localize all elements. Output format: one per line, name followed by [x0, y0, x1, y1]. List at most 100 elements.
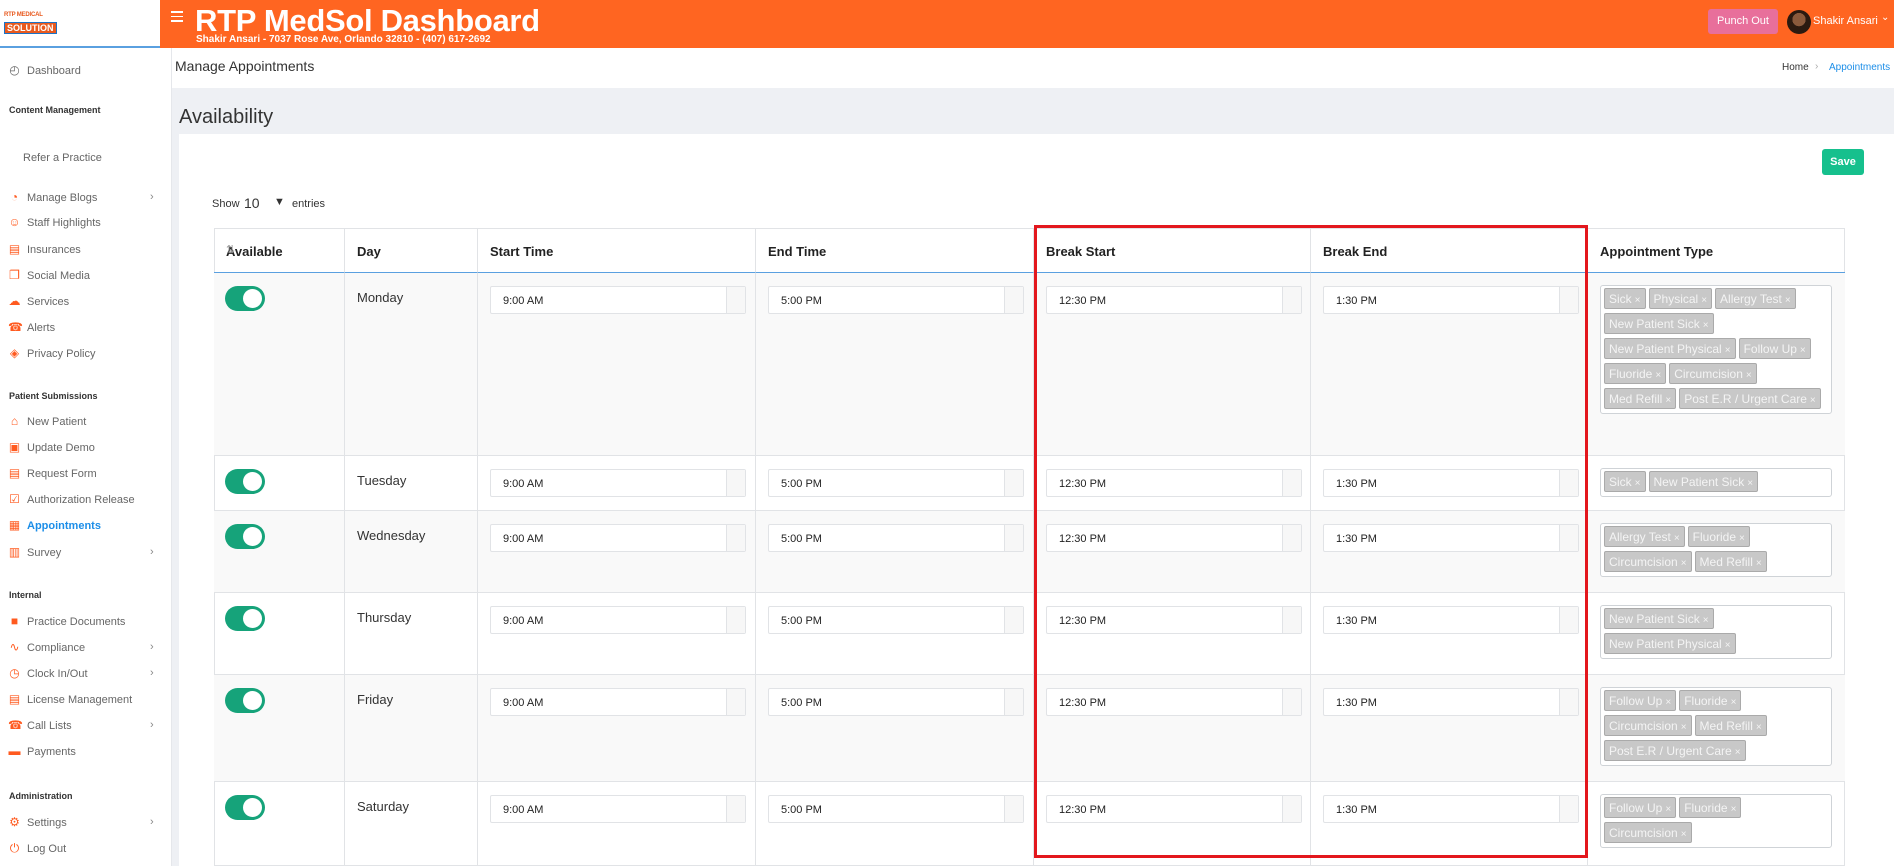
- sidebar-item-log-out[interactable]: ⏻ Log Out: [0, 839, 172, 859]
- column-header-appointment-type[interactable]: Appointment Type: [1588, 228, 1845, 273]
- sidebar-item-services[interactable]: ☁ Services: [0, 292, 172, 312]
- avatar[interactable]: [1787, 10, 1811, 34]
- sidebar-item-insurances[interactable]: ▤ Insurances: [0, 240, 172, 260]
- remove-tag-icon[interactable]: ×: [1701, 295, 1707, 306]
- sidebar-item-manage-blogs[interactable]: ◔ Manage Blogs ›: [0, 188, 172, 208]
- user-name[interactable]: Shakir Ansari: [1813, 15, 1878, 27]
- sidebar-item-compliance[interactable]: ∿ Compliance ›: [0, 638, 172, 658]
- sidebar-item-call-lists[interactable]: ☎ Call Lists ›: [0, 716, 172, 736]
- remove-tag-icon[interactable]: ×: [1735, 747, 1741, 758]
- remove-tag-icon[interactable]: ×: [1756, 722, 1762, 733]
- end-time-input[interactable]: 5:00 PM: [768, 524, 1024, 552]
- available-toggle[interactable]: [225, 524, 265, 549]
- appointment-type-select[interactable]: Follow Up × Fluoride ×Circumcision × Med Refi…: [1600, 687, 1832, 766]
- remove-tag-icon[interactable]: ×: [1703, 615, 1709, 626]
- breadcrumb-home[interactable]: Home: [1782, 62, 1809, 73]
- sidebar-item-survey[interactable]: ▥ Survey ›: [0, 543, 172, 563]
- column-header-day[interactable]: Day: [345, 228, 478, 273]
- available-toggle[interactable]: [225, 286, 265, 311]
- remove-tag-icon[interactable]: ×: [1674, 533, 1680, 544]
- sidebar-item-settings[interactable]: ⚙ Settings ›: [0, 813, 172, 833]
- remove-tag-icon[interactable]: ×: [1747, 478, 1753, 489]
- start-time-input[interactable]: 9:00 AM: [490, 688, 746, 716]
- sidebar-item-refer-a-practice[interactable]: Refer a Practice: [0, 148, 172, 168]
- appointment-type-select[interactable]: Allergy Test × Fluoride ×Circumcision × Med R…: [1600, 523, 1832, 577]
- remove-tag-icon[interactable]: ×: [1810, 395, 1816, 406]
- appointment-type-select[interactable]: Sick × New Patient Sick ×: [1600, 468, 1832, 497]
- remove-tag-icon[interactable]: ×: [1731, 697, 1737, 708]
- sidebar-item-alerts[interactable]: ☎ Alerts: [0, 318, 172, 338]
- remove-tag-icon[interactable]: ×: [1785, 295, 1791, 306]
- remove-tag-icon[interactable]: ×: [1739, 533, 1745, 544]
- time-picker-button[interactable]: [726, 470, 745, 496]
- remove-tag-icon[interactable]: ×: [1635, 478, 1641, 489]
- column-header-available[interactable]: Available ⇅: [214, 228, 345, 273]
- time-picker-button[interactable]: [1004, 796, 1023, 822]
- remove-tag-icon[interactable]: ×: [1635, 295, 1641, 306]
- available-toggle[interactable]: [225, 606, 265, 631]
- remove-tag-icon[interactable]: ×: [1665, 804, 1671, 815]
- end-time-input[interactable]: 5:00 PM: [768, 606, 1024, 634]
- start-time-input[interactable]: 9:00 AM: [490, 286, 746, 314]
- remove-tag-icon[interactable]: ×: [1731, 804, 1737, 815]
- sidebar-item-practice-documents[interactable]: ■ Practice Documents: [0, 612, 172, 632]
- appointment-type-select[interactable]: Follow Up × Fluoride ×Circumcision ×: [1600, 794, 1832, 848]
- sort-icon[interactable]: ⇅: [226, 243, 336, 256]
- sidebar-item-dashboard[interactable]: ◴ Dashboard: [0, 61, 172, 81]
- remove-tag-icon[interactable]: ×: [1725, 345, 1731, 356]
- appointment-type-select[interactable]: New Patient Sick ×New Patient Physical ×: [1600, 605, 1832, 659]
- sidebar-item-appointments[interactable]: ▦ Appointments: [0, 516, 172, 536]
- time-picker-button[interactable]: [1004, 607, 1023, 633]
- remove-tag-icon[interactable]: ×: [1746, 370, 1752, 381]
- time-picker-button[interactable]: [1004, 470, 1023, 496]
- end-time-input[interactable]: 5:00 PM: [768, 688, 1024, 716]
- logo-area[interactable]: RTP MEDICAL SOLUTION: [0, 0, 160, 48]
- remove-tag-icon[interactable]: ×: [1681, 558, 1687, 569]
- appointment-type-select[interactable]: Sick × Physical × Allergy Test ×New Patient S…: [1600, 285, 1832, 414]
- punch-out-button[interactable]: Punch Out: [1708, 9, 1778, 34]
- sidebar-item-license-management[interactable]: ▤ License Management: [0, 690, 172, 710]
- time-picker-button[interactable]: [1004, 287, 1023, 313]
- sidebar-item-social-media[interactable]: ❐ Social Media: [0, 266, 172, 286]
- time-picker-button[interactable]: [1004, 525, 1023, 551]
- start-time-input[interactable]: 9:00 AM: [490, 469, 746, 497]
- time-picker-button[interactable]: [726, 607, 745, 633]
- time-picker-button[interactable]: [726, 796, 745, 822]
- chevron-down-icon[interactable]: ⌄: [1881, 12, 1889, 23]
- end-time-input[interactable]: 5:00 PM: [768, 795, 1024, 823]
- time-picker-button[interactable]: [1004, 689, 1023, 715]
- time-picker-button[interactable]: [726, 287, 745, 313]
- remove-tag-icon[interactable]: ×: [1681, 722, 1687, 733]
- remove-tag-icon[interactable]: ×: [1756, 558, 1762, 569]
- entries-select[interactable]: 10 ▼: [244, 194, 288, 212]
- time-picker-button[interactable]: [726, 689, 745, 715]
- remove-tag-icon[interactable]: ×: [1703, 320, 1709, 331]
- end-time-input[interactable]: 5:00 PM: [768, 286, 1024, 314]
- remove-tag-icon[interactable]: ×: [1655, 370, 1661, 381]
- start-time-input[interactable]: 9:00 AM: [490, 606, 746, 634]
- remove-tag-icon[interactable]: ×: [1665, 697, 1671, 708]
- logo[interactable]: RTP MEDICAL SOLUTION: [4, 12, 57, 34]
- available-toggle[interactable]: [225, 469, 265, 494]
- sidebar-item-update-demo[interactable]: ▣ Update Demo: [0, 438, 172, 458]
- column-header-start-time[interactable]: Start Time: [478, 228, 756, 273]
- start-time-input[interactable]: 9:00 AM: [490, 795, 746, 823]
- remove-tag-icon[interactable]: ×: [1681, 829, 1687, 840]
- save-button[interactable]: Save: [1822, 149, 1864, 175]
- available-toggle[interactable]: [225, 795, 265, 820]
- column-header-end-time[interactable]: End Time: [756, 228, 1034, 273]
- sidebar-item-privacy-policy[interactable]: ◈ Privacy Policy: [0, 344, 172, 364]
- sidebar-item-payments[interactable]: ▬ Payments: [0, 742, 172, 762]
- sidebar-item-staff-highlights[interactable]: ☺ Staff Highlights: [0, 213, 172, 233]
- remove-tag-icon[interactable]: ×: [1800, 345, 1806, 356]
- time-picker-button[interactable]: [726, 525, 745, 551]
- remove-tag-icon[interactable]: ×: [1665, 395, 1671, 406]
- sidebar-item-authorization-release[interactable]: ☑ Authorization Release: [0, 490, 172, 510]
- remove-tag-icon[interactable]: ×: [1725, 640, 1731, 651]
- menu-toggle-icon[interactable]: [171, 11, 183, 22]
- sidebar-item-new-patient[interactable]: ⌂ New Patient: [0, 412, 172, 432]
- start-time-input[interactable]: 9:00 AM: [490, 524, 746, 552]
- end-time-input[interactable]: 5:00 PM: [768, 469, 1024, 497]
- sidebar-item-clock-in-out[interactable]: ◷ Clock In/Out ›: [0, 664, 172, 684]
- sidebar-item-request-form[interactable]: ▤ Request Form: [0, 464, 172, 484]
